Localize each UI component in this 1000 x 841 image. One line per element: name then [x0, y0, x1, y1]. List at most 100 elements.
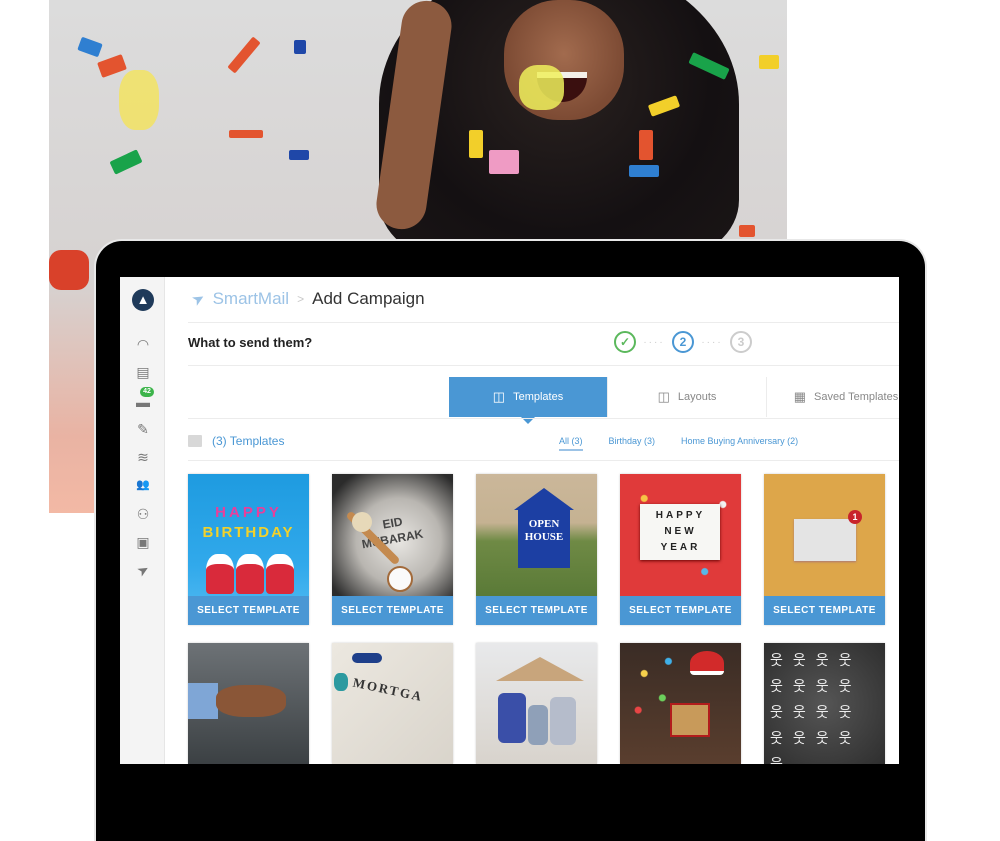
template-card-handshake[interactable]	[188, 643, 309, 764]
breadcrumb: ➤ SmartMail > Add Campaign	[189, 287, 425, 311]
stack-icon[interactable]: ≋	[133, 448, 153, 466]
category-filters: All (3) Birthday (3) Home Buying Anniver…	[559, 436, 798, 451]
step-2[interactable]: 2	[672, 331, 694, 353]
app-screen: ▲ ◠ ▤ ▬ 42 ✎ ≋ 👥 ⚇ ▣ ➤ ➤ SmartMail > Add…	[120, 277, 899, 764]
divider	[188, 460, 899, 461]
santa-hat	[690, 651, 724, 675]
select-template-button[interactable]: SELECT TEMPLATE	[620, 596, 741, 625]
select-template-button[interactable]: SELECT TEMPLATE	[188, 596, 309, 625]
confetti	[97, 54, 127, 78]
grid-icon	[188, 435, 202, 447]
template-count: (3) Templates	[188, 434, 284, 448]
confetti	[629, 165, 659, 177]
stick-figures: 웃웃웃웃웃웃웃웃웃웃웃웃웃웃웃웃웃	[770, 652, 862, 764]
divider	[188, 418, 899, 419]
template-image	[620, 643, 741, 764]
template-card-mortgage[interactable]: MORTGA	[332, 643, 453, 764]
image-caption: MORTGA	[351, 674, 425, 705]
image-caption: HAPPY NEW YEAR	[655, 510, 706, 553]
template-grid: HAPPY BIRTHDAY SELECT TEMPLATE EID MUBAR…	[188, 474, 885, 764]
sidebar: ▲ ◠ ▤ ▬ 42 ✎ ≋ 👥 ⚇ ▣ ➤	[120, 277, 165, 764]
notification-badge: 1	[848, 510, 862, 524]
template-card-new-mail[interactable]: 1 SELECT TEMPLATE	[764, 474, 885, 625]
person-child	[528, 705, 548, 745]
template-image: 웃웃웃웃웃웃웃웃웃웃웃웃웃웃웃웃웃	[764, 643, 885, 764]
layouts-icon: ◫	[657, 389, 670, 404]
users-icon[interactable]: 👥	[133, 476, 153, 494]
image-caption: OPEN HOUSE	[524, 518, 564, 543]
cupcake	[206, 554, 234, 594]
confetti	[639, 130, 653, 160]
tab-label: Layouts	[677, 391, 717, 403]
filter-birthday[interactable]: Birthday (3)	[609, 436, 656, 451]
template-image: OPEN HOUSE	[476, 474, 597, 596]
confetti	[227, 36, 261, 74]
person-dad	[498, 693, 526, 743]
confetti	[119, 70, 159, 130]
edit-card-icon[interactable]: ✎	[133, 420, 153, 438]
keychain	[352, 653, 382, 663]
template-image: 1	[764, 474, 885, 596]
template-image: MORTGA	[332, 643, 453, 764]
confetti	[229, 130, 263, 138]
gift-box	[670, 703, 710, 737]
select-template-button[interactable]: SELECT TEMPLATE	[332, 596, 453, 625]
confetti	[289, 150, 309, 160]
template-image	[476, 643, 597, 764]
template-count-label: (3) Templates	[212, 434, 285, 448]
template-card-family-home[interactable]	[476, 643, 597, 764]
send-icon[interactable]: ➤	[130, 557, 156, 583]
confetti	[489, 150, 519, 174]
template-card-eid[interactable]: EID MUBARAK SELECT TEMPLATE	[332, 474, 453, 625]
step-connector: ····	[701, 336, 723, 348]
cupcake	[266, 554, 294, 594]
keys	[334, 673, 348, 691]
template-card-birthday[interactable]: HAPPY BIRTHDAY SELECT TEMPLATE	[188, 474, 309, 625]
page-title: Add Campaign	[312, 289, 425, 308]
app-logo[interactable]: ▲	[132, 289, 154, 311]
network-icon[interactable]: ⚇	[133, 505, 153, 523]
tab-label: Saved Templates	[814, 391, 899, 403]
template-image	[188, 643, 309, 764]
template-card-christmas[interactable]	[620, 643, 741, 764]
feedback-icon[interactable]: ▣	[133, 533, 153, 551]
divider	[188, 322, 899, 323]
template-card-open-house[interactable]: OPEN HOUSE SELECT TEMPLATE	[476, 474, 597, 625]
paper-plane-icon: ➤	[188, 288, 209, 310]
breadcrumb-separator: >	[297, 292, 305, 306]
envelope-icon	[794, 519, 856, 561]
confetti	[294, 40, 306, 54]
confetti	[109, 149, 143, 175]
select-template-button[interactable]: SELECT TEMPLATE	[476, 596, 597, 625]
card-icon[interactable]: ▤	[133, 363, 153, 381]
filter-all[interactable]: All (3)	[559, 436, 583, 451]
tab-label: Templates	[513, 391, 564, 403]
cupcake	[236, 554, 264, 594]
confetti	[49, 250, 89, 290]
saved-templates-icon: ▦	[793, 389, 807, 404]
content-tabs: ◫ Templates ◫ Layouts ▦ Saved Templates	[449, 377, 899, 424]
confetti	[739, 225, 755, 237]
tab-templates[interactable]: ◫ Templates	[449, 377, 608, 424]
wizard-steps: ✓ ···· 2 ···· 3	[614, 331, 752, 353]
cardboard-roof	[496, 657, 584, 681]
confetti	[519, 65, 564, 110]
step-3[interactable]: 3	[730, 331, 752, 353]
tab-saved-templates[interactable]: ▦ Saved Templates	[767, 377, 899, 417]
sleeve	[188, 683, 218, 719]
step-1-check-icon[interactable]: ✓	[614, 331, 636, 353]
image-caption: HAPPY	[215, 504, 282, 521]
breadcrumb-app-link[interactable]: SmartMail	[213, 289, 290, 309]
select-template-button[interactable]: SELECT TEMPLATE	[764, 596, 885, 625]
confetti	[759, 55, 779, 69]
template-card-network[interactable]: 웃웃웃웃웃웃웃웃웃웃웃웃웃웃웃웃웃	[764, 643, 885, 764]
step-connector: ····	[643, 336, 665, 348]
messages-badge: 42	[140, 387, 154, 397]
wizard-question: What to send them?	[188, 335, 313, 350]
template-card-new-year[interactable]: HAPPY NEW YEAR SELECT TEMPLATE	[620, 474, 741, 625]
divider	[188, 365, 899, 366]
tab-layouts[interactable]: ◫ Layouts	[608, 377, 767, 417]
filter-home-buying-anniversary[interactable]: Home Buying Anniversary (2)	[681, 436, 798, 451]
gauge-icon[interactable]: ◠	[133, 335, 153, 353]
bowl	[387, 566, 413, 592]
